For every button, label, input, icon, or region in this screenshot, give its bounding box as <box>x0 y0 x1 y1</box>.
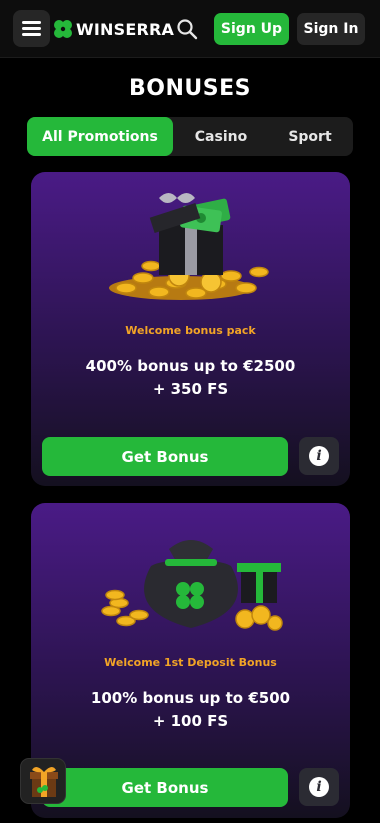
gift-icon <box>30 766 58 797</box>
menu-icon-bar <box>22 33 41 36</box>
bonus-line: + 100 FS <box>152 712 229 730</box>
menu-icon-bar <box>22 21 41 24</box>
get-bonus-button[interactable]: Get Bonus <box>42 768 288 807</box>
tab-sport[interactable]: Sport <box>267 117 353 156</box>
menu-button[interactable] <box>13 10 50 47</box>
brand-logo[interactable]: WINSERRA <box>52 17 174 41</box>
money-bag-with-gifts-icon <box>101 540 283 631</box>
bonus-description: 100% bonus up to €500 + 100 FS <box>31 687 350 733</box>
search-icon[interactable] <box>176 18 198 40</box>
info-button[interactable]: i <box>299 768 339 806</box>
sign-in-button[interactable]: Sign In <box>297 13 365 45</box>
bonus-kicker: Welcome bonus pack <box>125 324 256 337</box>
clover-icon <box>54 20 72 38</box>
gift-box-with-coins-icon <box>109 193 269 300</box>
menu-icon-bar <box>22 27 41 30</box>
bonus-line: 100% bonus up to €500 <box>90 689 291 707</box>
bonus-line: 400% bonus up to €2500 <box>85 357 296 375</box>
logo-text: WINSERRA <box>76 19 175 39</box>
info-icon: i <box>309 777 329 797</box>
bonus-line: + 350 FS <box>152 380 229 398</box>
info-icon: i <box>309 446 329 466</box>
floating-gift-button[interactable] <box>20 758 66 804</box>
page-title: BONUSES <box>129 76 251 101</box>
sign-up-button[interactable]: Sign Up <box>214 13 289 45</box>
bonus-card: Welcome 1st Deposit Bonus 100% bonus up … <box>31 503 350 818</box>
bonus-kicker: Welcome 1st Deposit Bonus <box>104 656 277 669</box>
info-button[interactable]: i <box>299 437 339 475</box>
top-header: WINSERRA Sign Up Sign In <box>0 0 380 58</box>
tab-all-promotions[interactable]: All Promotions <box>27 117 173 156</box>
tab-casino[interactable]: Casino <box>175 117 267 156</box>
bonus-description: 400% bonus up to €2500 + 350 FS <box>31 355 350 401</box>
bonus-card: Welcome bonus pack 400% bonus up to €250… <box>31 172 350 486</box>
get-bonus-button[interactable]: Get Bonus <box>42 437 288 476</box>
promotion-tabs: All Promotions Casino Sport <box>27 117 353 156</box>
